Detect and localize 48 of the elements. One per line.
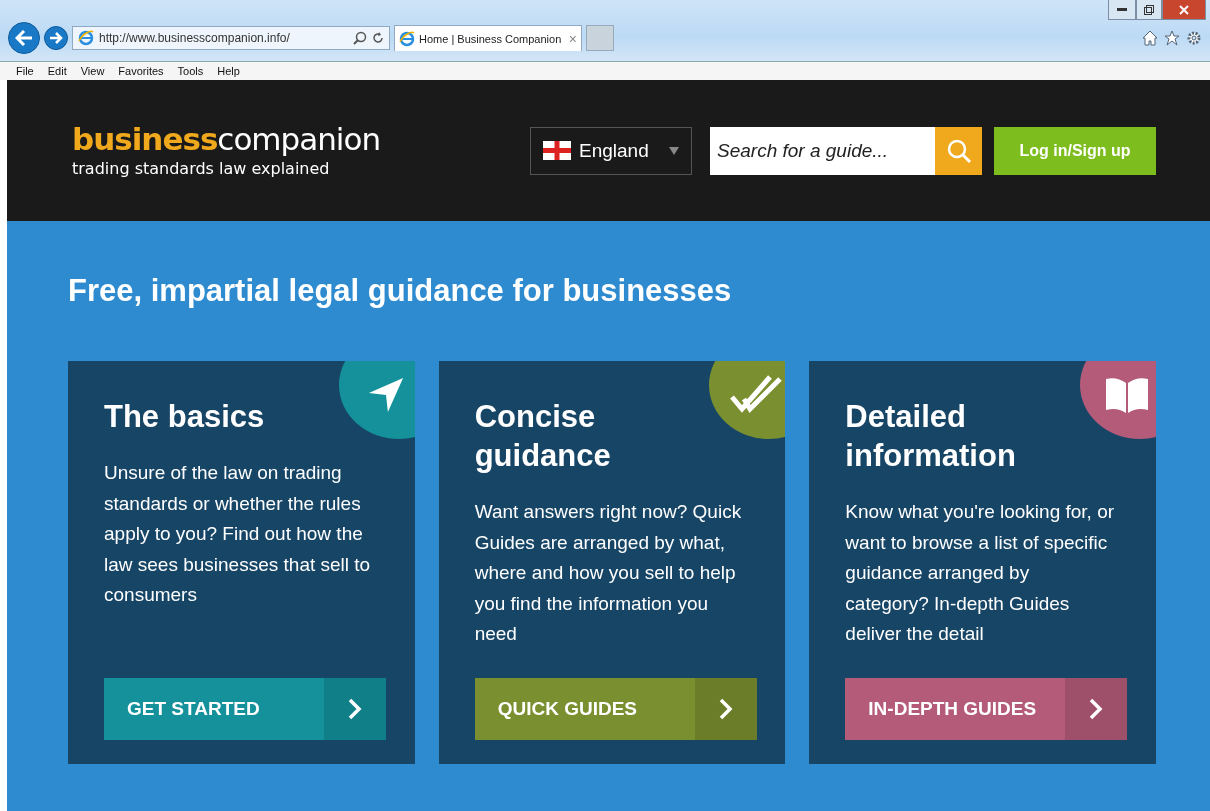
search-icon (353, 31, 367, 45)
home-icon[interactable] (1142, 30, 1158, 46)
settings-icon[interactable] (1186, 30, 1202, 46)
card-title: The basics (104, 398, 266, 436)
back-button[interactable] (8, 22, 40, 54)
close-button[interactable] (1162, 0, 1206, 20)
refresh-icon[interactable] (372, 32, 384, 44)
card-button[interactable]: IN-DEPTH GUIDES (845, 678, 1128, 740)
open-book-icon (1104, 375, 1150, 415)
menu-item[interactable]: Favorites (118, 65, 164, 77)
menu-item[interactable]: File (16, 65, 34, 77)
browser-tab[interactable]: Home | Business Companion × (394, 25, 582, 51)
restore-button[interactable] (1136, 0, 1162, 20)
search-field[interactable]: Search for a guide... (710, 126, 935, 175)
tagline: trading standards law explained (72, 158, 331, 178)
card-description: Know what you're looking for, or want to browse a list of specific guidance arranged by category? In-depth Guides deliver the detail (845, 500, 1116, 646)
caret-icon (669, 146, 679, 155)
card-title: Detailed information (845, 398, 1017, 475)
hero-title: Free, impartial legal guidance for businesses (68, 273, 733, 309)
menu-item[interactable]: Edit (47, 65, 67, 77)
favorites-star-icon[interactable] (1164, 30, 1180, 46)
card-title: Concise guidance (474, 398, 612, 475)
card-description: Want answers right now? Quick Guides are arranged by what, where and how you sell to help you find the information you need (474, 500, 743, 646)
site-logo[interactable]: businesscompanion (72, 123, 381, 155)
minimize-icon (1117, 7, 1127, 12)
menu-item[interactable]: Tools (177, 65, 204, 77)
card-description: Unsure of the law on trading standards or whether the rules apply to you? Find out how the law sees businesses that sell to consumers (104, 461, 372, 607)
forward-button[interactable] (44, 26, 68, 50)
region-dropdown[interactable]: England (530, 126, 692, 175)
chevron-icon (1089, 698, 1104, 720)
menu-item[interactable]: View (80, 65, 105, 77)
menu-item[interactable]: Help (217, 65, 240, 77)
flag-icon (543, 141, 571, 160)
chevron-icon (718, 698, 733, 720)
forward-arrow-icon (49, 32, 63, 44)
card-button[interactable]: QUICK GUIDES (474, 678, 757, 740)
minimize-button[interactable] (1108, 0, 1136, 20)
restore-icon (1144, 4, 1154, 15)
search-icon (945, 137, 972, 164)
double-check-icon (730, 375, 783, 415)
browser-logo-icon (78, 30, 94, 46)
close-icon (1179, 4, 1189, 15)
card-button[interactable]: GET STARTED (104, 678, 386, 740)
search-button[interactable] (935, 126, 982, 175)
back-arrow-icon (15, 30, 33, 46)
chevron-icon (348, 698, 362, 720)
browser-logo-icon (399, 30, 415, 47)
address-bar[interactable]: http://www.businesscompanion.info/ (72, 26, 390, 50)
